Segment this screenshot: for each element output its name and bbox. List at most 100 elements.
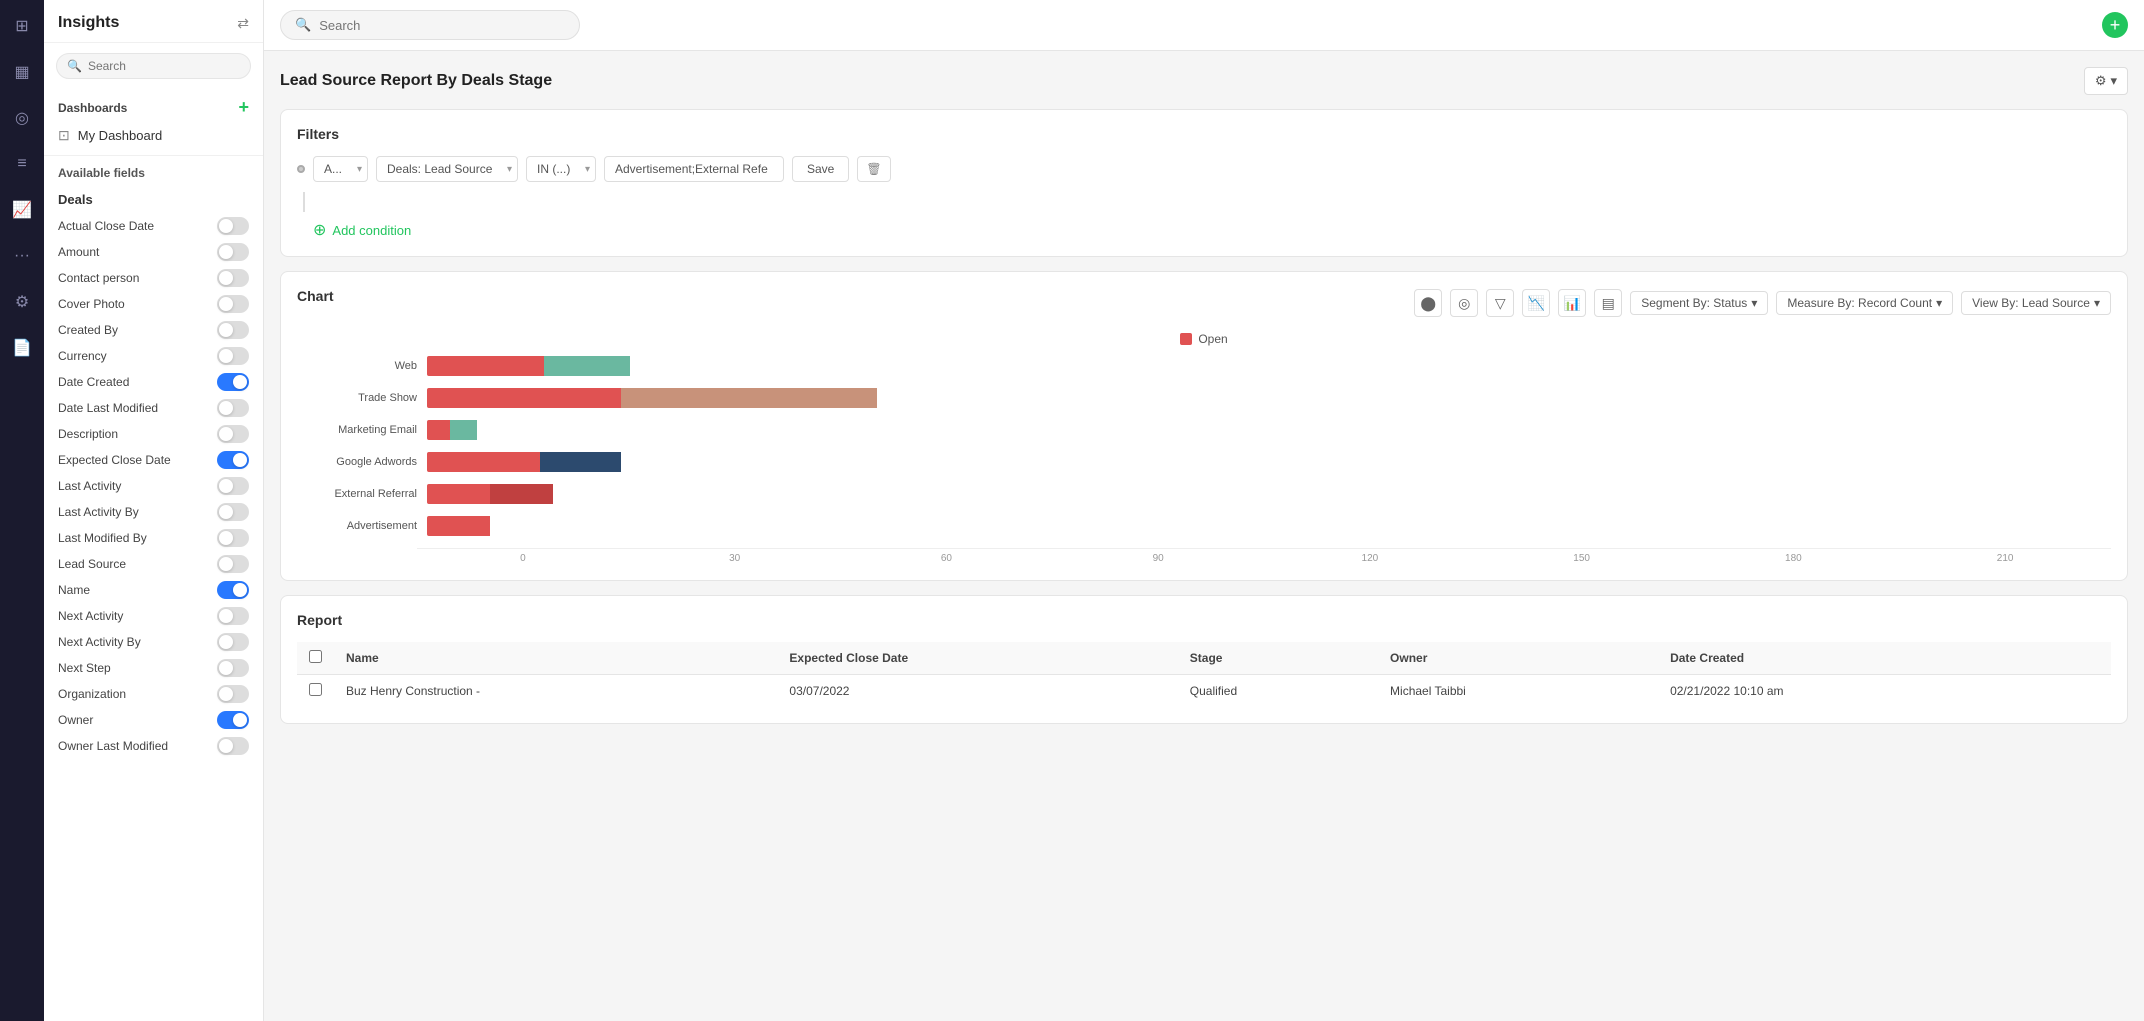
field-label: Amount: [58, 245, 99, 259]
field-row: Organization: [44, 681, 263, 707]
report-table-title: Report: [297, 612, 2111, 628]
field-toggle[interactable]: [217, 633, 249, 651]
col-expected-close: Expected Close Date: [777, 642, 1177, 675]
field-toggle[interactable]: [217, 607, 249, 625]
bar-label: Advertisement: [307, 520, 417, 532]
operator-select[interactable]: IN (...): [526, 156, 596, 182]
field-toggle[interactable]: [217, 529, 249, 547]
chart-legend: Open: [297, 332, 2111, 346]
field-toggle[interactable]: [217, 321, 249, 339]
field-toggle[interactable]: [217, 477, 249, 495]
dollar-icon[interactable]: ◎: [8, 104, 36, 132]
legend-label-open: Open: [1198, 332, 1227, 346]
condition-type-select[interactable]: A...: [313, 156, 368, 182]
filter-dot: [297, 165, 305, 173]
field-label: Cover Photo: [58, 297, 125, 311]
analytics-icon[interactable]: 📈: [8, 196, 36, 224]
field-toggle[interactable]: [217, 503, 249, 521]
field-label: Contact person: [58, 271, 139, 285]
stacked-chart-icon-btn[interactable]: ▤: [1594, 289, 1622, 317]
field-row: Last Modified By: [44, 525, 263, 551]
field-label: Currency: [58, 349, 107, 363]
table-row: Buz Henry Construction - 03/07/2022 Qual…: [297, 675, 2111, 708]
add-condition-button[interactable]: ⊕ Add condition: [297, 220, 2111, 240]
field-label: Owner: [58, 713, 93, 727]
add-icon: +: [2110, 15, 2121, 36]
row-checkbox[interactable]: [309, 683, 322, 696]
field-toggle[interactable]: [217, 737, 249, 755]
filter-value-input[interactable]: [604, 156, 784, 182]
view-by-dropdown[interactable]: View By: Lead Source ▾: [1961, 291, 2111, 315]
topbar-search-input[interactable]: [319, 18, 565, 33]
field-toggle[interactable]: [217, 243, 249, 261]
topbar-search[interactable]: 🔍: [280, 10, 580, 40]
main-area: 🔍 + Lead Source Report By Deals Stage ⚙ …: [264, 0, 2144, 1021]
line-chart-icon-btn[interactable]: 📉: [1522, 289, 1550, 317]
bar-segment: [427, 356, 544, 376]
field-label: Next Step: [58, 661, 111, 675]
list-icon[interactable]: ≡: [8, 150, 36, 178]
axis-tick: 180: [1688, 553, 1900, 564]
field-toggle[interactable]: [217, 581, 249, 599]
dashboards-section: Dashboards +: [44, 89, 263, 122]
more-icon[interactable]: ···: [8, 242, 36, 270]
field-toggle[interactable]: [217, 425, 249, 443]
bar-segment: [427, 388, 621, 408]
sidebar-search[interactable]: 🔍: [56, 53, 251, 79]
donut-chart-icon-btn[interactable]: ◎: [1450, 289, 1478, 317]
field-label: Date Last Modified: [58, 401, 158, 415]
field-row: Amount: [44, 239, 263, 265]
cell-date-created: 02/21/2022 10:10 am: [1658, 675, 2044, 708]
pie-chart-icon-btn[interactable]: ⬤: [1414, 289, 1442, 317]
field-row: Owner Last Modified: [44, 733, 263, 759]
operator-select-wrapper[interactable]: IN (...): [526, 156, 596, 182]
bar-track: [427, 452, 2101, 472]
measure-by-dropdown[interactable]: Measure By: Record Count ▾: [1776, 291, 1953, 315]
search-icon: 🔍: [67, 59, 82, 73]
sidebar-search-input[interactable]: [88, 59, 240, 73]
chart-bar-icon[interactable]: ▦: [8, 58, 36, 86]
segment-by-dropdown[interactable]: Segment By: Status ▾: [1630, 291, 1768, 315]
bar-row: Google Adwords: [307, 452, 2101, 472]
filter-icon-btn[interactable]: ▽: [1486, 289, 1514, 317]
settings-icon[interactable]: ⚙: [8, 288, 36, 316]
field-select-wrapper[interactable]: Deals: Lead Source: [376, 156, 518, 182]
legend-dot-open: [1180, 333, 1192, 345]
field-toggle[interactable]: [217, 373, 249, 391]
bar-chart-icon-btn[interactable]: 📊: [1558, 289, 1586, 317]
field-toggle[interactable]: [217, 399, 249, 417]
condition-type-wrapper[interactable]: A...: [313, 156, 368, 182]
field-toggle[interactable]: [217, 711, 249, 729]
field-label: Date Created: [58, 375, 129, 389]
field-toggle[interactable]: [217, 217, 249, 235]
delete-filter-button[interactable]: 🗑: [857, 156, 890, 182]
docs-icon[interactable]: 📄: [8, 334, 36, 362]
add-dashboard-icon[interactable]: +: [238, 97, 249, 118]
dashboard-icon: ⊡: [58, 127, 70, 144]
add-button[interactable]: +: [2102, 12, 2128, 38]
cell-expected-close: 03/07/2022: [777, 675, 1177, 708]
grid-icon[interactable]: ⊞: [8, 12, 36, 40]
field-toggle[interactable]: [217, 347, 249, 365]
report-header: Lead Source Report By Deals Stage ⚙ ▾: [280, 67, 2128, 95]
field-toggle[interactable]: [217, 295, 249, 313]
chart-axis: 0306090120150180210: [417, 548, 2111, 564]
field-label: Organization: [58, 687, 126, 701]
sidebar-item-my-dashboard[interactable]: ⊡ My Dashboard: [44, 122, 263, 149]
filter-toggle-icon[interactable]: ⇄: [237, 15, 249, 32]
field-toggle[interactable]: [217, 555, 249, 573]
field-row: Next Activity By: [44, 629, 263, 655]
save-filter-button[interactable]: Save: [792, 156, 849, 182]
content-area: Lead Source Report By Deals Stage ⚙ ▾ Fi…: [264, 51, 2144, 1021]
select-all-checkbox[interactable]: [309, 650, 322, 663]
bar-segment: [427, 452, 540, 472]
add-condition-label: Add condition: [332, 223, 411, 238]
bar-label: External Referral: [307, 488, 417, 500]
bar-segment: [427, 516, 490, 536]
report-settings-button[interactable]: ⚙ ▾: [2084, 67, 2128, 95]
field-toggle[interactable]: [217, 659, 249, 677]
field-toggle[interactable]: [217, 269, 249, 287]
field-select[interactable]: Deals: Lead Source: [376, 156, 518, 182]
field-toggle[interactable]: [217, 451, 249, 469]
field-toggle[interactable]: [217, 685, 249, 703]
